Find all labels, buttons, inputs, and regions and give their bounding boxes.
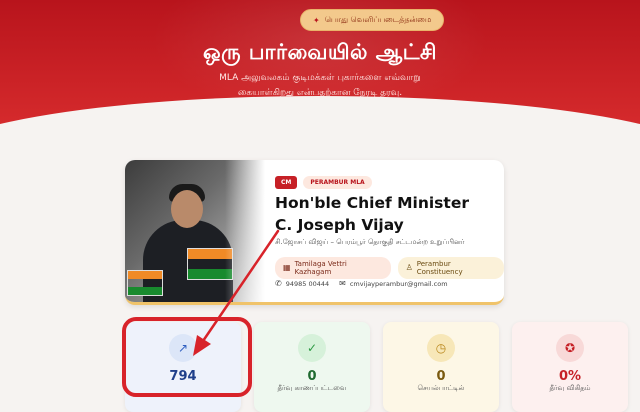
- clock-icon: ◷: [427, 334, 455, 362]
- hero-title: ஒரு பார்வையில் ஆட்சி: [203, 40, 437, 64]
- highlight-box: [122, 317, 252, 397]
- role-badges: CM PERAMBUR MLA: [275, 176, 372, 189]
- email-address: cmvijayperambur@gmail.com: [349, 280, 448, 288]
- mla-tamil-subtitle: சி.ஜோசப் விஜய் – பெரம்பூர் தொகுதி சட்டமன…: [275, 238, 465, 246]
- stat-value: 0: [307, 369, 317, 384]
- phone-icon: ✆: [275, 279, 282, 288]
- stat-card-resolution-rate[interactable]: ✪ 0% தீர்வு விகிதம்: [512, 322, 628, 412]
- mla-name: C. Joseph Vijay: [275, 216, 404, 234]
- sparkle-icon: ✦: [313, 15, 320, 25]
- stat-label: தீர்வு காணப்பட்டவை: [277, 384, 347, 392]
- title-line: Hon'ble Chief Minister: [275, 194, 469, 212]
- hero-subtitle-line2: கையாள்கிறது என்பதற்கான நேரடி தரவு.: [237, 88, 403, 98]
- phone-number: 94985 00444: [285, 280, 330, 288]
- pill-label: பொது வெளிப்படைத்தன்மை: [324, 15, 432, 24]
- stat-card-resolved[interactable]: ✓ 0 தீர்வு காணப்பட்டவை: [254, 322, 370, 412]
- constituency-label: Perambur Constituency: [416, 260, 463, 276]
- check-circle-icon: ✓: [298, 334, 326, 362]
- stat-label: செயல்பாட்டில்: [417, 384, 465, 392]
- person-icon: ♙: [405, 263, 413, 272]
- mla-profile-card: CM PERAMBUR MLA Hon'ble Chief Minister C…: [125, 160, 504, 305]
- stat-label: தீர்வு விகிதம்: [549, 384, 591, 392]
- mail-icon: ✉: [339, 279, 346, 288]
- party-chip: ▦ Tamilaga Vettri Kazhagam: [275, 257, 391, 279]
- stat-value: 0%: [558, 369, 582, 384]
- email-link[interactable]: ✉ cmvijayperambur@gmail.com: [339, 279, 448, 289]
- stat-card-in-progress[interactable]: ◷ 0 செயல்பாட்டில்: [383, 322, 499, 412]
- constituency-badge: PERAMBUR MLA: [303, 176, 372, 189]
- mla-photo: [125, 160, 265, 302]
- hero-banner: ✦ பொது வெளிப்படைத்தன்மை ஒரு பார்வையில் ஆ…: [0, 0, 640, 124]
- transparency-pill: ✦ பொது வெளிப்படைத்தன்மை: [300, 9, 445, 31]
- stat-value: 0: [436, 369, 446, 384]
- party-icon: ▦: [283, 263, 291, 272]
- constituency-chip: ♙ Perambur Constituency: [397, 257, 504, 279]
- cm-badge: CM: [275, 176, 298, 189]
- award-icon: ✪: [556, 334, 584, 362]
- hero-curve: [0, 96, 640, 124]
- hero-subtitle-line1: MLA அலுவலகம் குடிமக்கள் புகார்களை எவ்வாற…: [219, 73, 421, 83]
- affiliation-chips: ▦ Tamilaga Vettri Kazhagam ♙ Perambur Co…: [275, 257, 504, 279]
- phone-link[interactable]: ✆ 94985 00444: [275, 279, 330, 289]
- contact-row: ✆ 94985 00444 ✉ cmvijayperambur@gmail.co…: [275, 279, 448, 289]
- india-flag-icon: [127, 270, 163, 296]
- party-label: Tamilaga Vettri Kazhagam: [294, 260, 347, 276]
